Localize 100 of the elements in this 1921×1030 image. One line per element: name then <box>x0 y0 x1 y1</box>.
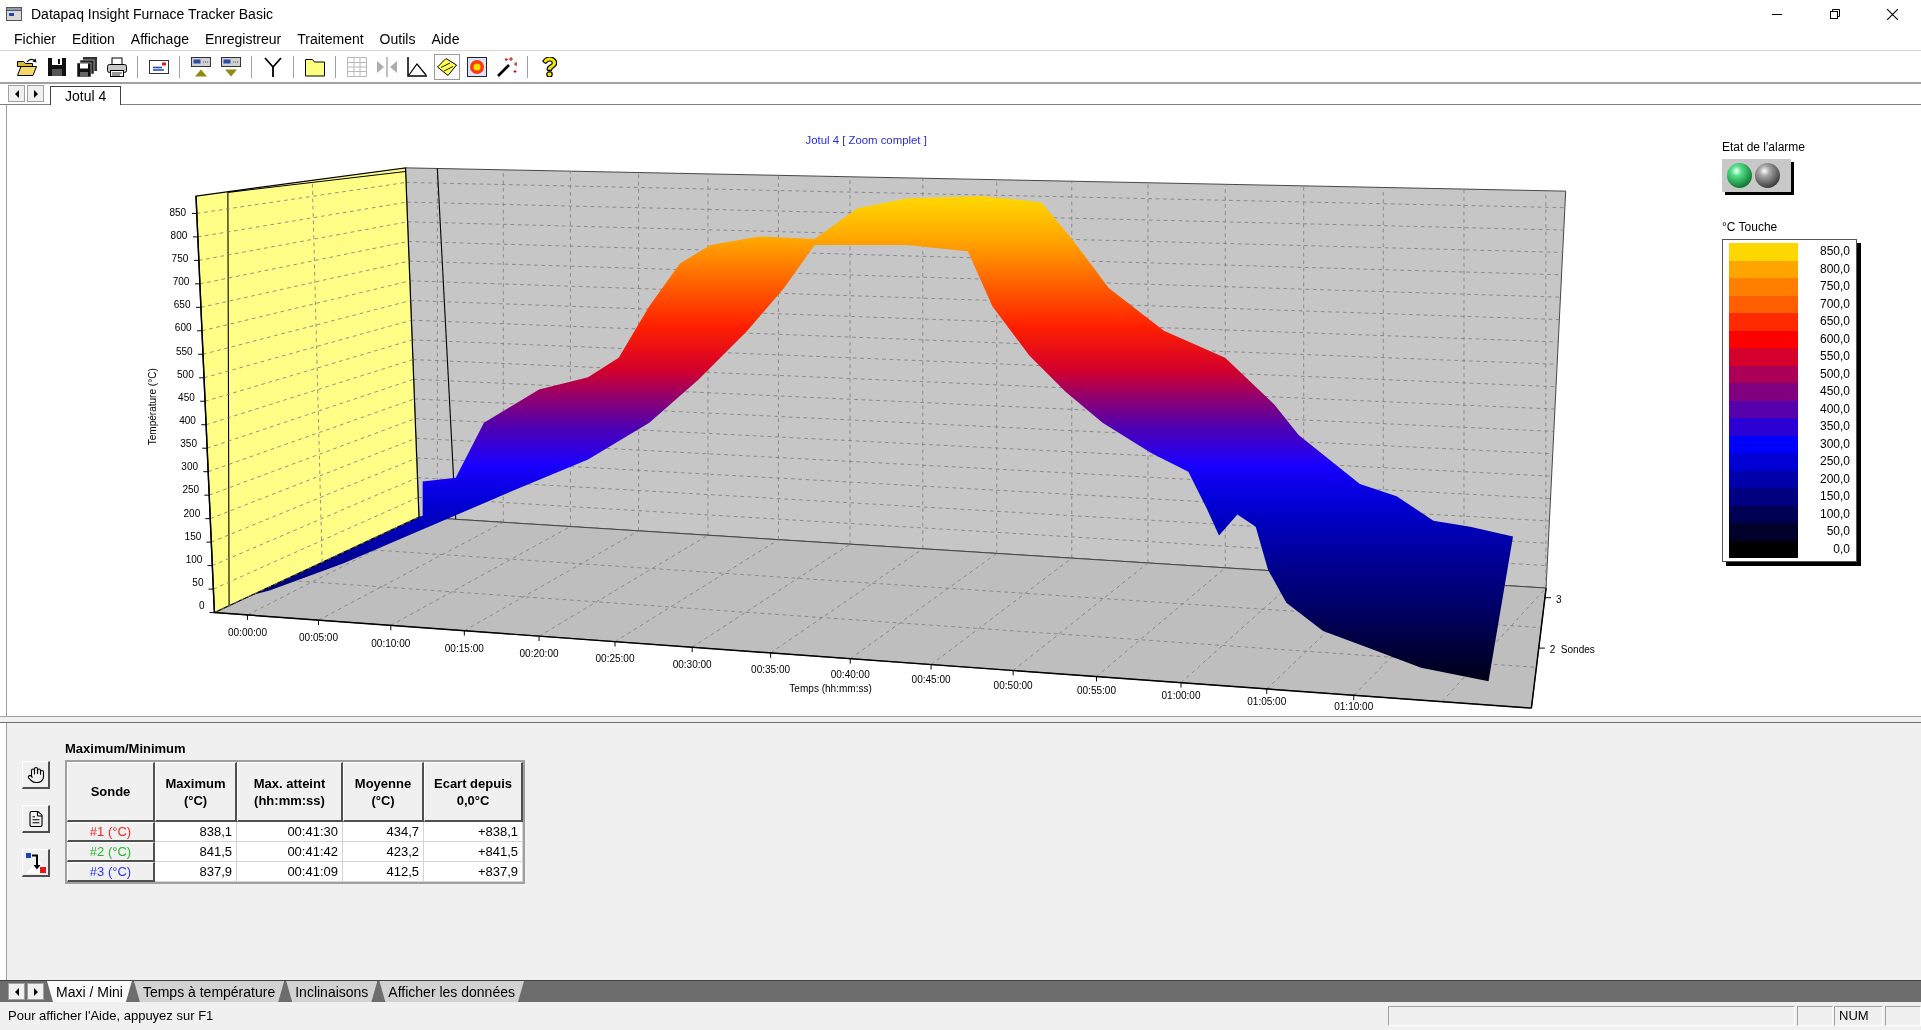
table-cell: 838,1 <box>155 822 237 842</box>
x-tick-label: 00:30:00 <box>672 658 712 670</box>
pane-splitter[interactable] <box>0 716 1921 723</box>
column-header: Max. atteint (hh:mm:ss) <box>237 762 343 822</box>
y-tick-label: 700 <box>172 276 190 288</box>
y-tick-label: 150 <box>184 530 202 542</box>
menu-item[interactable]: Enregistreur <box>196 28 290 50</box>
x-tick-label: 00:20:00 <box>519 648 559 660</box>
open-folder-icon <box>17 56 37 77</box>
num-lock-indicator: NUM <box>1834 1006 1883 1026</box>
table-grid-icon <box>347 56 367 77</box>
surface-view-button[interactable] <box>434 53 460 80</box>
legend-value-label: 0,0 <box>1832 540 1850 558</box>
swap-button[interactable] <box>22 849 50 877</box>
legend-value-label: 400,0 <box>1818 400 1850 418</box>
caret-left-icon <box>14 89 19 98</box>
minimize-icon <box>1772 13 1782 15</box>
restore-icon <box>1830 9 1840 19</box>
hand-tool-button[interactable] <box>22 761 50 789</box>
table-cell: 412,5 <box>343 862 424 882</box>
table-cell: 423,2 <box>343 842 424 862</box>
status-message: Pour afficher l'Aide, appuyez sur F1 <box>7 1008 214 1024</box>
y-tick-label: 450 <box>178 391 195 403</box>
document-tab[interactable]: Jotul 4 <box>50 86 122 105</box>
legend-title: °C Touche <box>1722 220 1778 234</box>
probe-row-header: #2 (°C) <box>67 842 155 862</box>
legend-value-label: 50,0 <box>1825 523 1850 540</box>
sheet-tab[interactable]: Maxi / Mini <box>47 981 132 1002</box>
scroll-tabs-right-button[interactable] <box>27 85 44 102</box>
caret-right-icon <box>33 89 38 98</box>
y-tick-label: 50 <box>192 576 204 588</box>
menu-item[interactable]: Affichage <box>122 28 197 50</box>
caret-right-icon <box>33 987 38 996</box>
legend-value-label: 250,0 <box>1818 453 1850 470</box>
stats-title: Maximum/Minimum <box>65 740 187 758</box>
y-tick-label: 400 <box>179 415 196 427</box>
table-cell: +838,1 <box>424 822 523 842</box>
y-tick-label: 600 <box>174 322 192 334</box>
scroll-tabs-left-button[interactable] <box>8 85 25 102</box>
magic-wand-icon <box>497 56 517 77</box>
probe-row-header: #1 (°C) <box>67 822 155 842</box>
scroll-tabs-left-button[interactable] <box>8 983 25 1000</box>
table-cell: 00:41:09 <box>237 862 343 882</box>
column-header: Ecart depuis 0,0°C <box>424 762 523 822</box>
y-tick-label: 100 <box>185 553 203 565</box>
legend-value-label: 200,0 <box>1818 470 1850 488</box>
table-cell: 841,5 <box>155 842 237 862</box>
table-cell: 434,7 <box>343 822 424 842</box>
menu-item[interactable]: Aide <box>423 28 468 50</box>
x-tick-label: 00:35:00 <box>751 663 791 675</box>
y-tick-label: 750 <box>171 253 189 265</box>
arrow-between-squares-icon <box>25 852 46 873</box>
menu-item[interactable]: Fichier <box>6 28 64 50</box>
chart-axes-icon <box>407 56 427 77</box>
device-up-arrow-icon <box>191 56 211 77</box>
hand-icon <box>26 765 45 784</box>
x-tick-label: 00:10:00 <box>371 637 411 649</box>
sheet-tab[interactable]: Temps à température <box>133 981 285 1002</box>
device-down-arrow-icon <box>221 56 241 77</box>
menu-item[interactable]: Outils <box>371 28 424 50</box>
chart-title: Jotul 4 [ Zoom complet ] <box>805 133 927 146</box>
burst-icon <box>467 56 487 77</box>
x-tick-label: 00:45:00 <box>911 674 951 686</box>
y-tick-label: 350 <box>180 438 198 450</box>
x-axis-title: Temps (hh:mm:ss) <box>789 683 872 695</box>
split-arrows-icon <box>377 56 397 77</box>
legend-value-label: 600,0 <box>1818 330 1850 348</box>
app-icon <box>6 7 22 21</box>
y-tick-label: 250 <box>182 484 200 496</box>
y-tick-label: 550 <box>175 345 193 357</box>
x-tick-label: 00:00:00 <box>227 627 267 639</box>
legend-value-label: 650,0 <box>1818 313 1850 330</box>
help-icon <box>541 56 557 77</box>
x-tick-label: 00:55:00 <box>1076 685 1116 696</box>
sheet-tab[interactable]: Afficher les données <box>379 981 524 1002</box>
y-tick-label: 800 <box>170 229 188 241</box>
x-tick-label: 00:40:00 <box>830 669 870 681</box>
y-tick-label: 0 <box>199 600 205 612</box>
legend-value-label: 800,0 <box>1818 260 1850 278</box>
legend-value-label: 700,0 <box>1818 295 1850 313</box>
legend-value-label: 750,0 <box>1818 278 1850 295</box>
column-header: Sonde <box>67 762 155 822</box>
legend-value-label: 350,0 <box>1818 418 1850 435</box>
x-tick-label: 00:50:00 <box>993 679 1033 691</box>
status-bar-panel <box>1797 1006 1833 1026</box>
menu-item[interactable]: Traitement <box>289 28 372 50</box>
sheet-tab[interactable]: Inclinaisons <box>286 981 378 1002</box>
close-icon <box>1887 8 1898 20</box>
antenna-icon <box>263 56 283 77</box>
depth-axis-title: Sondes <box>1560 644 1595 656</box>
table-cell: 00:41:42 <box>237 842 343 862</box>
report-button[interactable] <box>22 805 50 833</box>
probe-row-header: #3 (°C) <box>67 862 155 882</box>
table-cell: +837,9 <box>424 862 523 882</box>
scroll-tabs-right-button[interactable] <box>27 983 44 1000</box>
x-tick-label: 01:00:00 <box>1161 690 1201 702</box>
x-tick-label: 00:15:00 <box>444 642 484 654</box>
table-cell: +841,5 <box>424 842 523 862</box>
menu-item[interactable]: Edition <box>64 28 123 50</box>
x-tick-label: 00:05:00 <box>299 632 339 644</box>
